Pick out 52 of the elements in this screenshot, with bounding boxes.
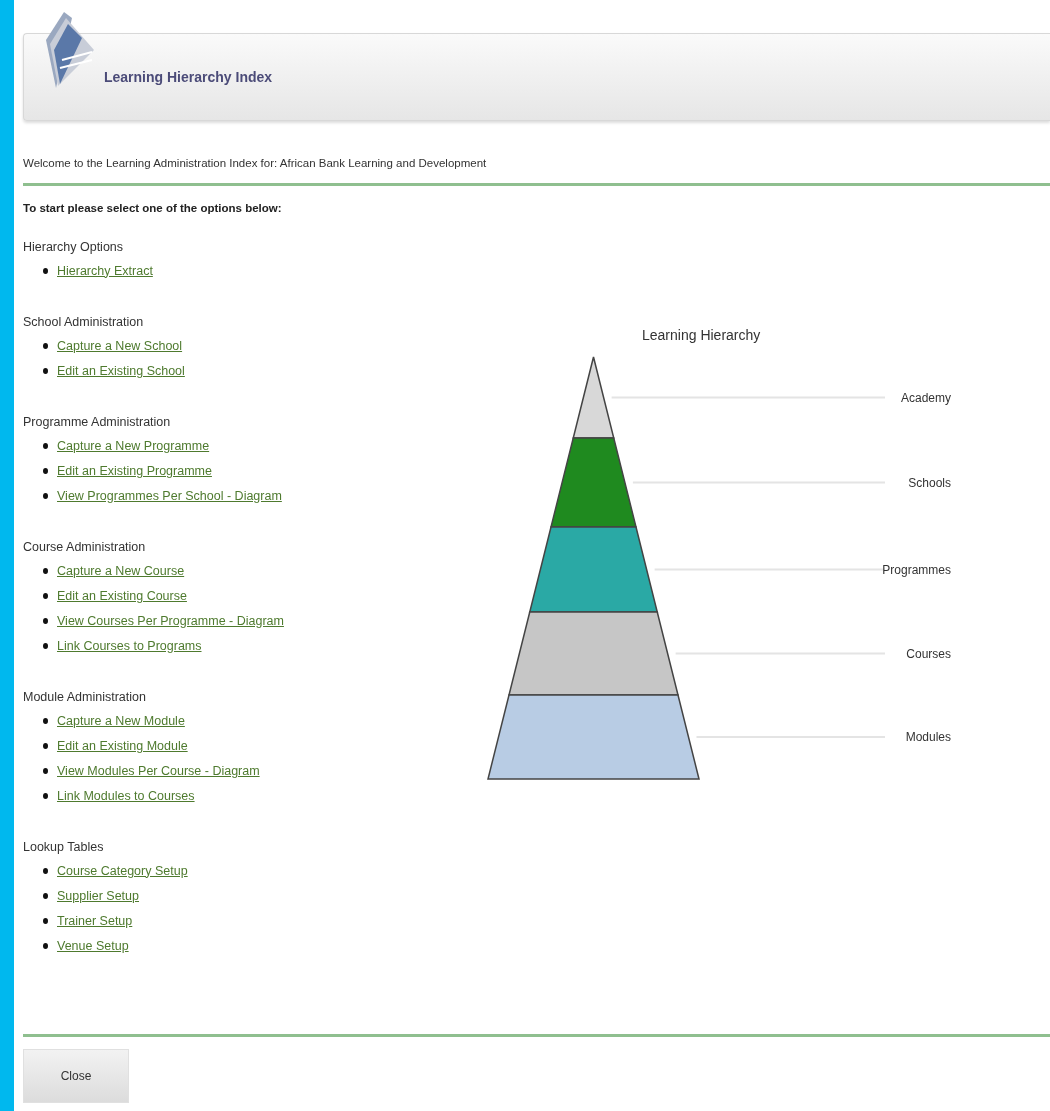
section-heading: Lookup Tables	[23, 839, 105, 856]
bullet-icon	[43, 367, 48, 374]
option-link[interactable]: Trainer Setup	[57, 913, 133, 928]
option-link[interactable]: Venue Setup	[57, 938, 129, 953]
option-link[interactable]: Capture a New Course	[57, 563, 185, 578]
bullet-icon	[43, 717, 48, 724]
bullet-icon	[43, 267, 48, 274]
option-link[interactable]: View Modules Per Course - Diagram	[57, 763, 260, 778]
option-link[interactable]: Capture a New Module	[57, 713, 185, 728]
bullet-icon	[43, 342, 48, 349]
option-link[interactable]: Capture a New Programme	[57, 438, 210, 453]
bullet-icon	[43, 492, 48, 499]
layer-label: Courses	[906, 646, 951, 661]
instruction-text: To start please select one of the options below:	[23, 202, 283, 214]
bullet-icon	[43, 642, 48, 649]
option-link[interactable]: Capture a New School	[57, 338, 183, 353]
welcome-text: Welcome to the Learning Administration Index for: African Bank Learning and Development	[23, 157, 488, 169]
section-heading: School Administration	[23, 314, 145, 331]
bullet-icon	[43, 567, 48, 574]
diagram-title: Learning Hierarchy	[642, 327, 761, 343]
bullet-icon	[43, 867, 48, 874]
option-link[interactable]: Link Modules to Courses	[57, 788, 195, 803]
layer-label: Schools	[908, 475, 951, 490]
option-link[interactable]: Edit an Existing School	[57, 363, 185, 378]
option-link[interactable]: Edit an Existing Module	[57, 738, 188, 753]
bullet-icon	[43, 917, 48, 924]
bullet-icon	[43, 467, 48, 474]
option-link[interactable]: Supplier Setup	[57, 888, 139, 903]
layer-label: Academy	[900, 390, 951, 405]
option-link[interactable]: Edit an Existing Programme	[57, 463, 212, 478]
layer-label: Programmes	[882, 562, 951, 577]
option-link[interactable]: Hierarchy Extract	[57, 263, 153, 278]
close-button[interactable]: Close	[23, 1049, 129, 1103]
layer-label: Modules	[905, 730, 951, 744]
option-link[interactable]: Course Category Setup	[57, 863, 188, 878]
page-title: Learning Hierarchy Index	[104, 69, 273, 85]
section-heading: Module Administration	[23, 689, 147, 706]
section-heading: Hierarchy Options	[23, 239, 125, 256]
bullet-icon	[43, 442, 48, 449]
bullet-icon	[43, 892, 48, 899]
bullet-icon	[43, 617, 48, 624]
option-link[interactable]: View Courses Per Programme - Diagram	[57, 613, 284, 628]
bullet-icon	[43, 792, 48, 799]
option-link[interactable]: View Programmes Per School - Diagram	[57, 488, 282, 503]
bullet-icon	[43, 742, 48, 749]
section-heading: Programme Administration	[23, 414, 172, 431]
bullet-icon	[43, 592, 48, 599]
option-link[interactable]: Link Courses to Programs	[57, 638, 202, 653]
bullet-icon	[43, 942, 48, 949]
bullet-icon	[43, 767, 48, 774]
option-link[interactable]: Edit an Existing Course	[57, 588, 187, 603]
section-heading: Course Administration	[23, 539, 147, 556]
